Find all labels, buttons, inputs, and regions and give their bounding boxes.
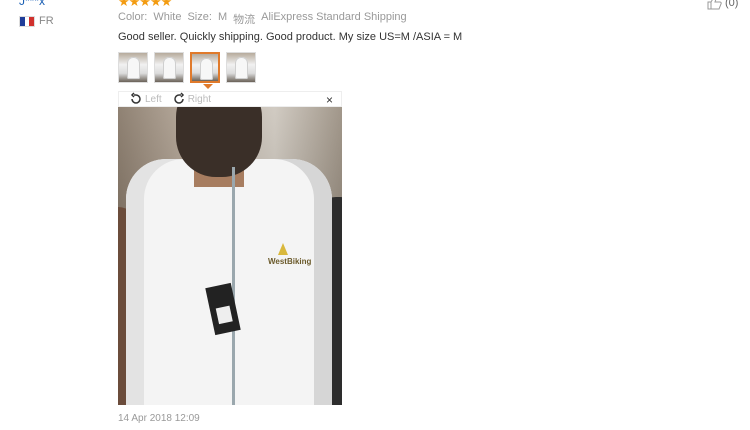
selected-thumbnail-caret: [203, 84, 213, 89]
rotate-right-button[interactable]: Right: [172, 92, 211, 106]
shipping-value: AliExpress Standard Shipping: [261, 11, 407, 23]
thumbnail-2[interactable]: [154, 52, 184, 83]
rotate-right-label: Right: [187, 93, 212, 105]
close-viewer-button[interactable]: ×: [326, 93, 333, 107]
country-code: FR: [39, 15, 54, 27]
rating-stars: ★★★★★: [118, 0, 172, 9]
france-flag-icon: [19, 15, 35, 27]
helpful-button[interactable]: (0): [707, 0, 738, 10]
thumbnail-3-selected[interactable]: [190, 52, 220, 83]
review-photo: WestBiking: [118, 107, 342, 405]
color-value: White: [153, 11, 182, 23]
order-info: Color: White Size: M 物流 AliExpress Stand…: [118, 11, 407, 27]
color-label: Color:: [118, 11, 148, 23]
image-viewer-toolbar: Left Right ×: [118, 91, 342, 107]
reviewer-name[interactable]: J***x: [19, 0, 45, 8]
review-date: 14 Apr 2018 12:09: [118, 413, 200, 424]
size-value: M: [217, 11, 228, 23]
rotate-left-label: Left: [145, 93, 162, 105]
thumbnail-1[interactable]: [118, 52, 148, 83]
rotate-right-icon: [173, 92, 184, 104]
review-text: Good seller. Quickly shipping. Good prod…: [118, 31, 463, 43]
reviewer-country: FR: [19, 15, 54, 27]
size-label: Size:: [187, 11, 212, 23]
rotate-left-icon: [130, 92, 141, 104]
rotate-left-button[interactable]: Left: [129, 92, 162, 106]
shipping-label: 物流: [233, 14, 256, 26]
thumbs-up-icon: [707, 0, 722, 10]
thumbnail-4[interactable]: [226, 52, 256, 83]
helpful-count: (0): [725, 0, 739, 9]
photo-thumbnails: [118, 52, 256, 83]
